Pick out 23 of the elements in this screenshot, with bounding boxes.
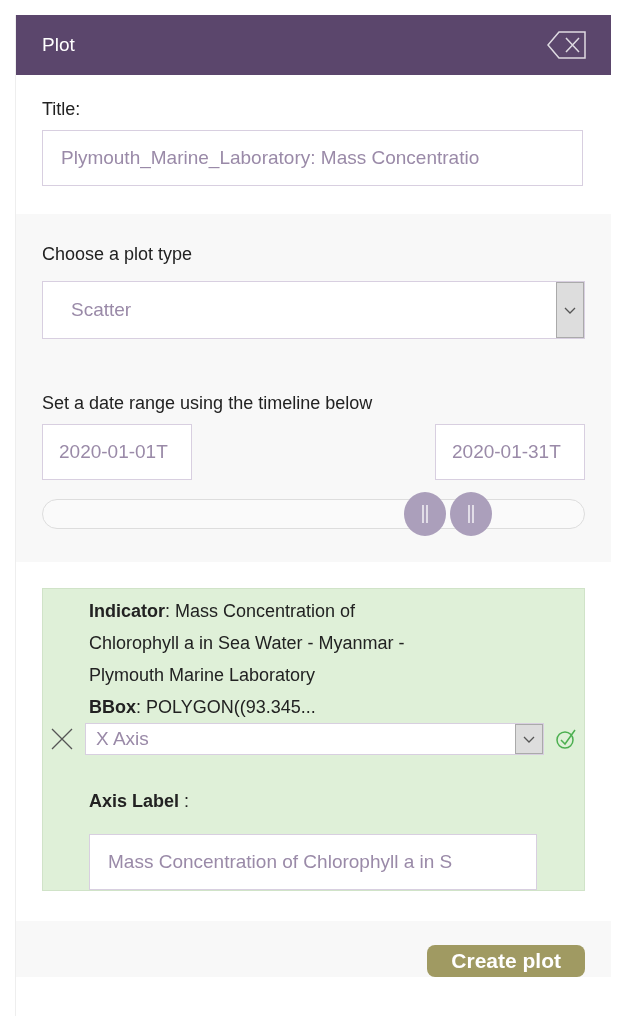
axis-select[interactable]: X Axis <box>85 723 544 755</box>
end-date-field[interactable]: 2020-01-31T <box>435 424 585 480</box>
axis-label-field[interactable]: Mass Concentration of Chlorophyll a in S <box>89 834 537 890</box>
title-field[interactable]: Plymouth_Marine_Laboratory: Mass Concentratio <box>42 130 583 186</box>
field-label: Choose a plot type <box>42 244 194 265</box>
grip-icon <box>420 503 429 525</box>
chevron-down-icon <box>522 734 536 744</box>
timeline-slider[interactable] <box>42 492 585 536</box>
indicator-text: Indicator: Mass Concentration of Chlorophyll a in Sea Water - Myanmar - Plymouth Marine Laboratory <box>89 600 406 687</box>
bbox-text: BBox: POLYGON((93.345... <box>89 696 317 719</box>
start-date-field[interactable]: 2020-01-01T <box>42 424 192 480</box>
chevron-down-icon <box>563 305 577 315</box>
grip-icon <box>466 503 475 525</box>
close-icon[interactable] <box>49 726 75 752</box>
axis-label-title: Axis Label : <box>89 791 191 812</box>
panel-title: Plot <box>42 34 75 56</box>
create-plot-button[interactable]: Create plot <box>427 945 585 977</box>
field-label: Set a date range using the timeline below <box>42 393 374 414</box>
field-label: Title: <box>42 99 82 120</box>
close-icon[interactable] <box>547 30 587 60</box>
plot-type-select[interactable]: Scatter <box>42 281 585 339</box>
slider-handle[interactable] <box>403 492 446 536</box>
slider-handle[interactable] <box>449 492 492 536</box>
